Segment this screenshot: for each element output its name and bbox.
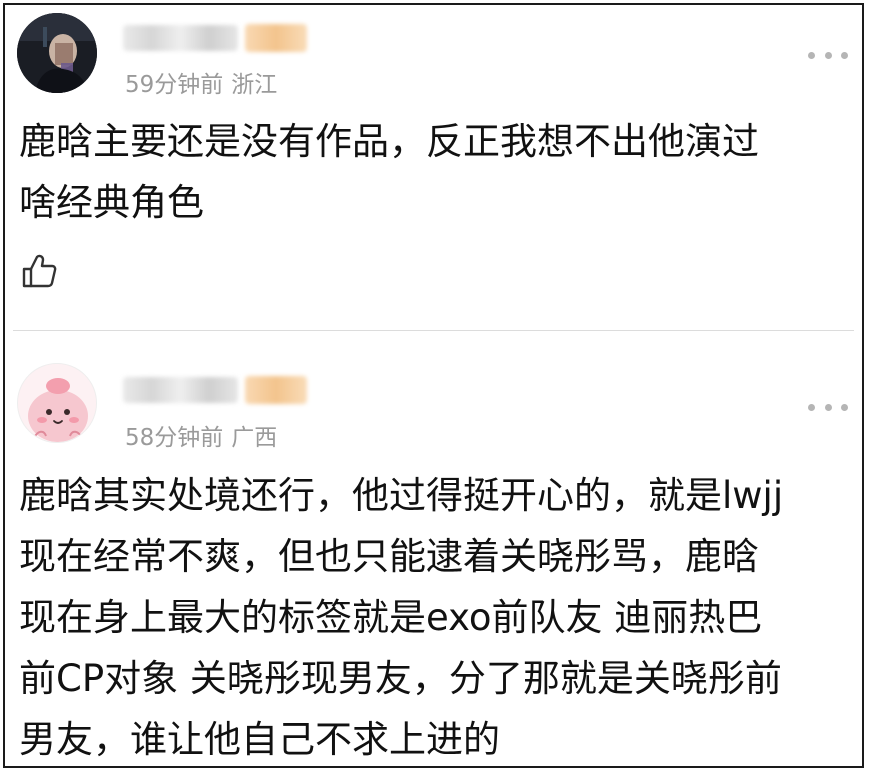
comment-time: 59分钟前 xyxy=(125,72,224,98)
comment-meta: 59分钟前 浙江 xyxy=(125,65,277,99)
avatar[interactable] xyxy=(17,13,97,93)
comment-item: 58分钟前 广西 鹿晗其实处境还行，他过得挺开心的，就是lwjj 现在经常不爽，但… xyxy=(5,331,862,766)
comment-text: 鹿晗主要还是没有作品，反正我想不出他演过 啥经典角色 xyxy=(19,120,759,224)
username-redacted[interactable] xyxy=(123,25,238,51)
more-icon[interactable] xyxy=(808,397,848,417)
username-redacted[interactable] xyxy=(123,377,238,403)
avatar[interactable] xyxy=(17,363,97,443)
comment-item: 59分钟前 浙江 鹿晗主要还是没有作品，反正我想不出他演过 啥经典角色 xyxy=(5,5,862,330)
comment-text: 鹿晗其实处境还行，他过得挺开心的，就是lwjj 现在经常不爽，但也只能逮着关晓彤… xyxy=(19,474,784,761)
thumbs-up-icon[interactable] xyxy=(21,253,57,289)
comment-time: 58分钟前 xyxy=(125,425,224,451)
comment-location: 广西 xyxy=(231,425,278,451)
comment-list: 59分钟前 浙江 鹿晗主要还是没有作品，反正我想不出他演过 啥经典角色 58分钟… xyxy=(3,3,864,768)
user-badge-redacted xyxy=(245,376,307,404)
user-badge-redacted xyxy=(245,24,307,52)
comment-location: 浙江 xyxy=(231,72,278,98)
avatar-photo-icon xyxy=(17,13,97,93)
avatar-cartoon-icon xyxy=(18,364,96,442)
comment-meta: 58分钟前 广西 xyxy=(125,418,277,452)
more-icon[interactable] xyxy=(808,45,848,65)
